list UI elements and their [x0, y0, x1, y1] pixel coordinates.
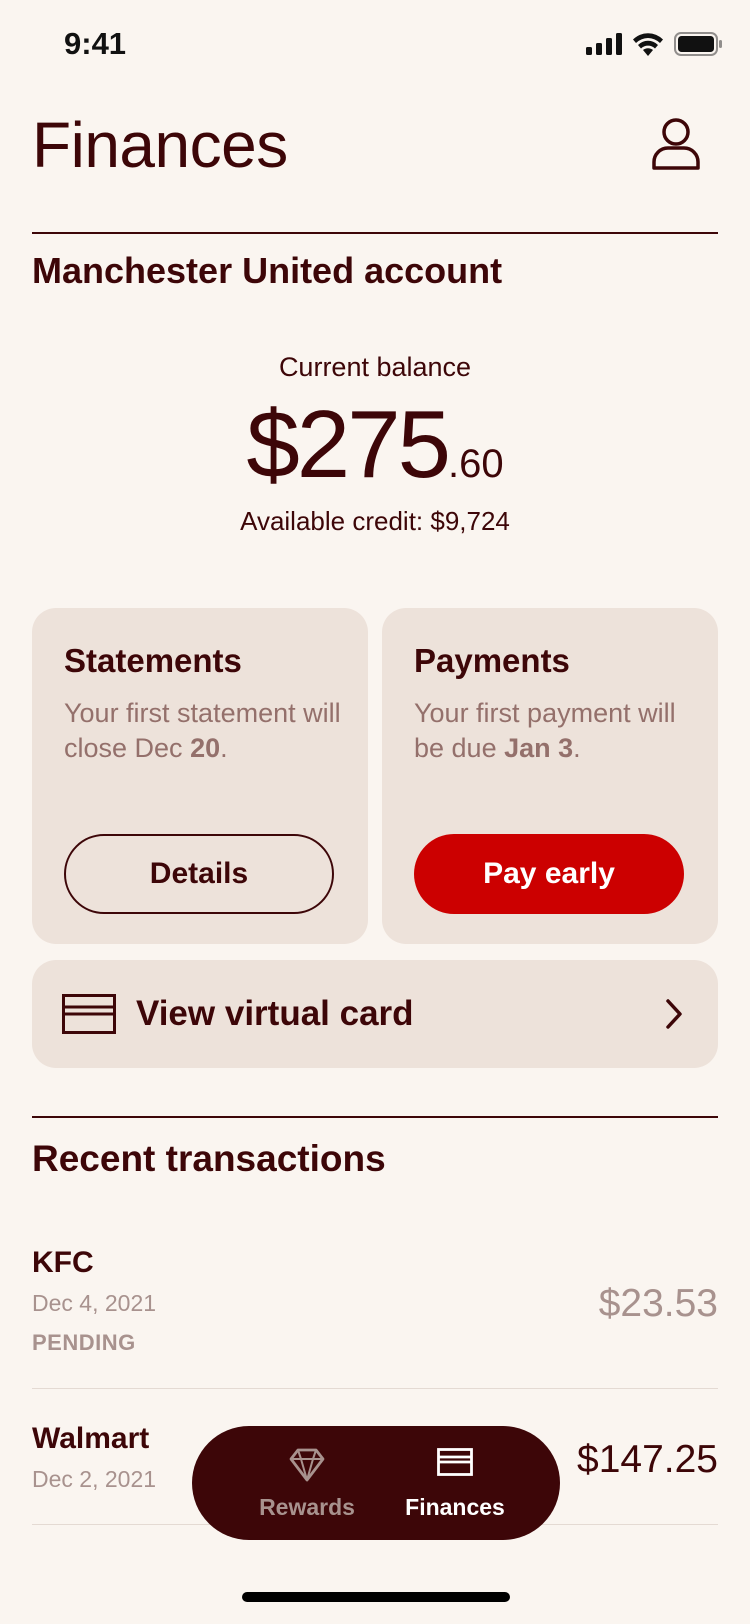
card-icon	[62, 994, 116, 1034]
transactions-divider	[32, 1116, 718, 1118]
pay-early-button[interactable]: Pay early	[414, 834, 684, 914]
status-icons	[586, 32, 722, 56]
transaction-name: Walmart	[32, 1422, 150, 1455]
tab-rewards-label: Rewards	[259, 1494, 355, 1520]
transaction-divider	[32, 1388, 718, 1389]
status-time: 9:41	[64, 26, 127, 61]
recent-transactions-title: Recent transactions	[32, 1138, 386, 1179]
header-divider	[32, 232, 718, 234]
transaction-amount: $23.53	[598, 1282, 718, 1325]
profile-button[interactable]	[648, 116, 704, 172]
status-bar: 9:41	[0, 0, 750, 90]
statements-text: Your first statement will close Dec 20.	[64, 698, 341, 763]
transaction-name: KFC	[32, 1246, 94, 1279]
profile-icon	[652, 118, 700, 170]
payments-card: Payments Your first payment will be due …	[382, 608, 718, 944]
statements-title: Statements	[64, 642, 242, 679]
card-icon	[437, 1448, 473, 1476]
transaction-date: Dec 2, 2021	[32, 1466, 157, 1492]
account-title: Manchester United account	[32, 250, 503, 291]
battery-icon	[674, 32, 722, 56]
payment-due-date: Jan 3	[504, 733, 574, 763]
cellular-signal-icon	[586, 33, 622, 55]
balance-cents: .60	[447, 442, 504, 486]
home-indicator	[242, 1592, 510, 1602]
payments-title: Payments	[414, 642, 570, 679]
tab-rewards[interactable]: Rewards	[232, 1426, 382, 1540]
transaction-status: PENDING	[32, 1330, 136, 1355]
chevron-right-icon	[666, 999, 682, 1029]
statement-close-date: 20	[190, 733, 221, 763]
view-virtual-card-label: View virtual card	[136, 994, 414, 1033]
available-credit: Available credit: $9,724	[240, 506, 510, 536]
view-virtual-card-row[interactable]: View virtual card	[32, 960, 718, 1068]
wifi-icon	[633, 33, 663, 56]
diamond-icon	[289, 1448, 325, 1482]
balance-amount: $275.60	[0, 390, 750, 500]
statements-card: Statements Your first statement will clo…	[32, 608, 368, 944]
details-button[interactable]: Details	[64, 834, 334, 914]
transaction-date: Dec 4, 2021	[32, 1290, 157, 1316]
payments-text: Your first payment will be due Jan 3.	[414, 698, 676, 763]
transaction-amount: $147.25	[577, 1438, 718, 1481]
page-title: Finances	[32, 109, 288, 181]
tab-finances[interactable]: Finances	[380, 1426, 530, 1540]
tab-bar: Rewards Finances	[192, 1426, 560, 1540]
balance-dollars: $275	[246, 391, 451, 498]
tab-finances-label: Finances	[405, 1494, 505, 1520]
balance-label: Current balance	[278, 352, 472, 382]
